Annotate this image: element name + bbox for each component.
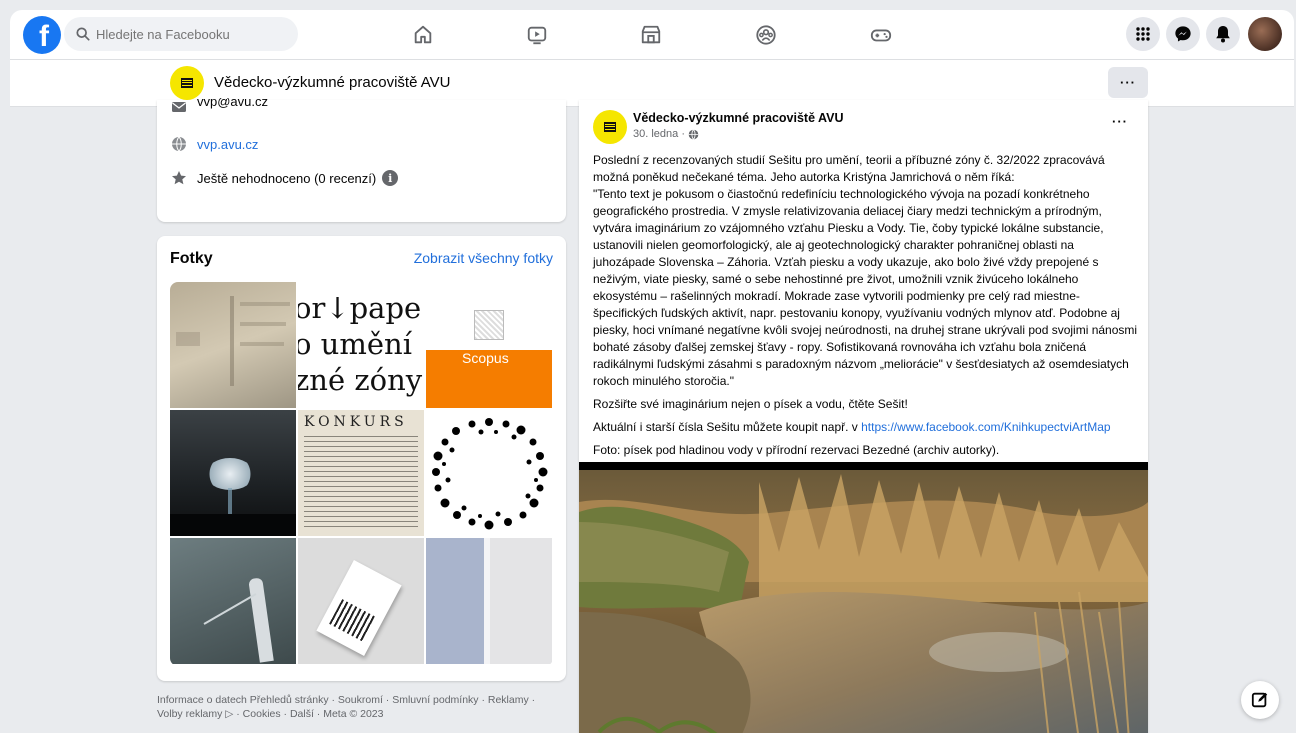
marketplace-icon[interactable]	[638, 22, 664, 48]
photo-thumbnail[interactable]: or↓pape o umění zné zóny	[298, 282, 424, 408]
photo-thumbnail[interactable]: KONKURS	[298, 410, 424, 536]
post-paragraph: Foto: písek pod hladinou vody v přírodní…	[593, 443, 1000, 457]
post-more-button[interactable]: ···	[1112, 114, 1128, 129]
menu-grid-icon[interactable]	[1126, 17, 1160, 51]
page-avatar[interactable]	[170, 66, 204, 100]
page-title[interactable]: Vědecko-výzkumné pracoviště AVU	[214, 74, 451, 91]
post-card: Vědecko-výzkumné pracoviště AVU 30. ledn…	[579, 100, 1148, 733]
page-more-button[interactable]: ···	[1108, 67, 1148, 98]
globe-icon	[171, 136, 187, 152]
see-all-photos-link[interactable]: Zobrazit všechny fotky	[414, 250, 553, 266]
page-footer: Informace o datech Přehledů stránky · So…	[157, 693, 566, 721]
post-link[interactable]: https://www.facebook.com/KnihkupectviArt…	[861, 420, 1110, 434]
post-paragraph: Poslední z recenzovaných studií Sešitu p…	[593, 153, 1138, 388]
photo-thumbnail[interactable]: Scopus	[426, 282, 552, 408]
photo-thumbnail[interactable]	[170, 282, 296, 408]
footer-links-line-1[interactable]: Informace o datech Přehledů stránky · So…	[157, 693, 566, 707]
footer-links-line-2[interactable]: Volby reklamy ▷ · Cookies · Další · Meta…	[157, 707, 566, 721]
post-author-avatar[interactable]	[593, 110, 627, 144]
top-navigation-bar: f	[10, 10, 1294, 60]
post-paragraph: Aktuální i starší čísla Sešitu můžete ko…	[593, 420, 1111, 434]
post-author-name[interactable]: Vědecko-výzkumné pracoviště AVU	[633, 111, 844, 125]
public-globe-icon	[688, 128, 699, 140]
envelope-icon	[171, 99, 187, 115]
search-input[interactable]	[96, 26, 276, 42]
photo-thumbnail[interactable]	[170, 538, 296, 664]
post-body: Poslední z recenzovaných studií Sešitu p…	[593, 152, 1138, 465]
home-icon[interactable]	[410, 22, 436, 48]
new-message-button[interactable]	[1241, 681, 1279, 719]
photos-title: Fotky	[170, 250, 213, 267]
website-row: vvp.avu.cz	[171, 136, 258, 152]
facebook-logo-icon[interactable]: f	[23, 16, 61, 54]
photos-grid: or↓pape o umění zné zóny Scopus KONKURS	[170, 282, 553, 666]
scopus-label: Scopus	[462, 350, 509, 366]
email-row: vvp@avu.cz	[171, 98, 268, 116]
star-icon	[171, 170, 187, 186]
photo-thumbnail[interactable]	[298, 538, 424, 664]
notifications-icon[interactable]	[1206, 17, 1240, 51]
gaming-icon[interactable]	[868, 22, 894, 48]
photo-thumbnail[interactable]	[426, 410, 552, 536]
post-paragraph: Rozšiřte své imaginárium nejen o písek a…	[593, 397, 908, 411]
groups-icon[interactable]	[753, 22, 779, 48]
avu-logo-icon	[181, 78, 193, 88]
avu-logo-icon	[604, 122, 616, 132]
search-box[interactable]	[64, 17, 298, 51]
website-link[interactable]: vvp.avu.cz	[197, 137, 258, 152]
intro-card: vvp@avu.cz vvp.avu.cz Ještě nehodnoceno …	[157, 98, 566, 222]
photo-thumbnail[interactable]	[170, 410, 296, 536]
photos-card: Fotky Zobrazit všechny fotky or↓pape o u…	[157, 236, 566, 681]
messenger-icon[interactable]	[1166, 17, 1200, 51]
thumbnail-text: o umění	[298, 327, 412, 361]
elsevier-logo-icon	[474, 310, 504, 340]
watch-icon[interactable]	[524, 22, 550, 48]
konkurs-title: KONKURS	[304, 414, 408, 430]
rating-row: Ještě nehodnoceno (0 recenzí) i	[171, 170, 399, 186]
thumbnail-text: or↓pape	[298, 291, 422, 325]
post-date[interactable]: 30. ledna ·	[633, 128, 685, 140]
post-meta: 30. ledna ·	[633, 128, 699, 140]
thumbnail-text: zné zóny	[298, 363, 423, 397]
search-icon	[76, 27, 90, 41]
info-icon[interactable]: i	[382, 170, 399, 186]
photo-thumbnail[interactable]	[426, 538, 552, 664]
compose-icon	[1251, 692, 1268, 708]
account-avatar[interactable]	[1248, 17, 1282, 51]
rating-text: Ještě nehodnoceno (0 recenzí)	[197, 170, 377, 186]
post-photo[interactable]	[579, 462, 1148, 733]
email-value[interactable]: vvp@avu.cz	[197, 98, 268, 109]
